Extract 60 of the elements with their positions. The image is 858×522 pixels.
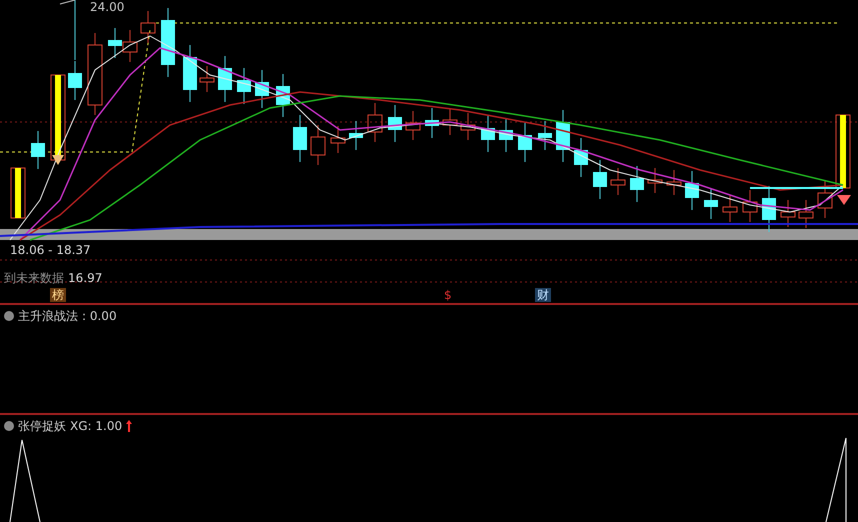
candle [330, 126, 346, 154]
candle [648, 168, 662, 194]
candle [780, 200, 796, 228]
candle [310, 124, 326, 166]
candle [574, 138, 588, 178]
chart-marker: 财 [535, 288, 551, 302]
candle [31, 130, 45, 170]
candle [666, 170, 682, 196]
candle [140, 10, 156, 44]
candle [218, 56, 232, 102]
candle [818, 180, 832, 218]
candle [722, 194, 738, 222]
candle [183, 44, 197, 102]
candle [368, 102, 382, 142]
high-price-label: 24.00 [90, 0, 124, 14]
candle [406, 110, 420, 140]
limit-up-candle [10, 168, 26, 218]
candle [742, 190, 758, 222]
candle [798, 200, 814, 228]
low-price-label: 16.97 [68, 272, 102, 285]
down-triangle-icon [837, 195, 851, 205]
chart-marker: 榜 [50, 288, 66, 302]
candle [630, 166, 644, 202]
candle [499, 118, 513, 152]
candle [293, 114, 307, 162]
candle [460, 112, 476, 140]
indicator-value: : 0.00 [82, 308, 117, 325]
candle [276, 74, 290, 118]
indicator-value: XG: 1.00 [70, 418, 122, 435]
candle [161, 8, 175, 78]
candle [538, 120, 552, 150]
candle [704, 188, 718, 220]
candle [593, 160, 607, 200]
indicator-toggle-icon[interactable] [4, 311, 14, 321]
up-arrow-icon [126, 420, 132, 432]
candle [200, 66, 214, 92]
price-range-label: 18.06 - 18.37 [10, 243, 91, 257]
indicator-title: 主升浪战法 [18, 308, 78, 325]
candle [68, 60, 82, 100]
indicator-toggle-icon[interactable] [4, 421, 14, 431]
candle [762, 186, 776, 232]
candle [556, 110, 570, 162]
candle [122, 30, 138, 62]
candle [255, 70, 269, 108]
chart-marker: $ [444, 288, 452, 302]
candle [349, 120, 363, 150]
candle-wick [74, 0, 76, 60]
candle [388, 104, 402, 142]
overlay-text: 到未来数据 [4, 272, 64, 285]
indicator-title: 张停捉妖 [18, 418, 66, 435]
candle [442, 108, 458, 136]
candle [610, 168, 626, 196]
candle [481, 116, 495, 152]
candle [237, 68, 251, 104]
candle [518, 122, 532, 162]
candle [425, 108, 439, 138]
candle [108, 28, 122, 58]
leader-line [60, 0, 76, 4]
down-triangle-icon [52, 155, 64, 165]
candle [685, 170, 699, 210]
